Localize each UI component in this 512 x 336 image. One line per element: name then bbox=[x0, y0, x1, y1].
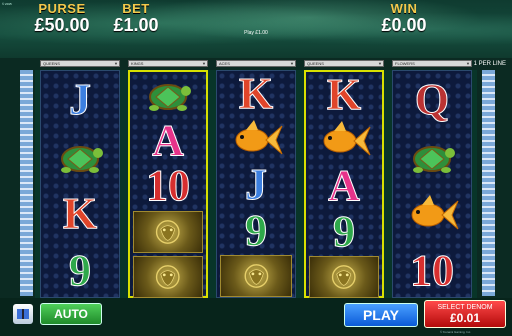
line-selector-4[interactable]: QUEENS ▼ bbox=[304, 60, 384, 67]
play-amount-text: Play £1.00 bbox=[244, 30, 268, 36]
symbol-letter: 9 bbox=[69, 246, 92, 296]
goldfish-icon bbox=[393, 185, 471, 242]
line-selector-bar: QUEENS ▼ KINGS ▼ ACES ▼ QUEENS ▼ FLOWERS ▼ bbox=[40, 60, 480, 67]
symbol-letter: K bbox=[326, 70, 362, 120]
line-selector-1[interactable]: QUEENS ▼ bbox=[40, 60, 120, 67]
book-icon bbox=[17, 309, 29, 319]
info-button[interactable] bbox=[13, 304, 33, 324]
chevron-down-icon: ▼ bbox=[202, 61, 206, 66]
win-label: WIN bbox=[390, 1, 418, 16]
copyright-text: © 2015 bbox=[2, 2, 12, 6]
reel-symbol-K: K bbox=[217, 69, 295, 119]
reel-symbol-10: 10 bbox=[130, 161, 206, 211]
line-selector-3-label: ACES bbox=[219, 61, 230, 66]
reel-symbol-K: K bbox=[306, 70, 382, 120]
goldfish-icon bbox=[217, 117, 295, 163]
reel-symbol-A: A bbox=[130, 115, 206, 165]
symbol-letter: 10 bbox=[146, 161, 191, 211]
line-selector-4-label: QUEENS bbox=[307, 61, 324, 66]
reel-3: KJ9 bbox=[216, 69, 296, 299]
purse-label: PURSE bbox=[38, 1, 86, 16]
reel-4: KA9 bbox=[304, 70, 384, 300]
purse-value: £50.00 bbox=[34, 15, 90, 35]
footer-copyright: © Konami Gaming, Inc. bbox=[440, 330, 472, 334]
bet-label: BET bbox=[122, 1, 150, 16]
turtle-icon bbox=[393, 128, 471, 185]
line-selector-3[interactable]: ACES ▼ bbox=[216, 60, 296, 67]
left-line-indicator bbox=[20, 70, 33, 296]
chevron-down-icon: ▼ bbox=[378, 61, 382, 66]
reel-symbol-J: J bbox=[41, 71, 119, 128]
reel-symbol-9: 9 bbox=[306, 207, 382, 257]
symbol-letter: Q bbox=[414, 75, 450, 125]
reel-5: Q 10 bbox=[392, 70, 472, 298]
symbol-letter: 9 bbox=[333, 207, 356, 257]
symbol-letter: J bbox=[69, 75, 92, 125]
symbol-letter: J bbox=[245, 160, 268, 210]
play-button[interactable]: PLAY bbox=[344, 303, 418, 327]
denom-value: £0.01 bbox=[449, 310, 481, 325]
symbol-letter: K bbox=[238, 69, 274, 119]
reel-symbol-K: K bbox=[41, 185, 119, 242]
bet-value: £1.00 bbox=[113, 15, 159, 35]
line-selector-5-label: FLOWERS bbox=[395, 61, 415, 66]
dragon-medallion-icon bbox=[217, 253, 295, 299]
reel-symbol-Q: Q bbox=[393, 71, 471, 128]
turtle-icon bbox=[130, 72, 206, 118]
line-selector-2[interactable]: KINGS ▼ bbox=[128, 60, 208, 67]
select-denom-button[interactable]: SELECT DENOM £0.01 bbox=[424, 300, 506, 328]
reel-2: A 10 bbox=[128, 70, 208, 300]
reel-symbol-9: 9 bbox=[217, 206, 295, 256]
reel-symbol-9: 9 bbox=[41, 242, 119, 299]
line-selector-5[interactable]: FLOWERS ▼ bbox=[392, 60, 472, 67]
reel-symbol-A: A bbox=[306, 161, 382, 211]
purse-display: PURSE £50.00 bbox=[22, 2, 102, 34]
lines-per-line-label: 1 PER LINE bbox=[473, 61, 506, 67]
bet-display: BET £1.00 bbox=[96, 2, 176, 34]
win-value: £0.00 bbox=[381, 15, 427, 35]
reel-symbol-J: J bbox=[217, 160, 295, 210]
chevron-down-icon: ▼ bbox=[290, 61, 294, 66]
chevron-down-icon: ▼ bbox=[466, 61, 470, 66]
right-line-indicator bbox=[482, 70, 495, 296]
dragon-medallion-icon bbox=[306, 254, 382, 300]
symbol-letter: A bbox=[328, 161, 361, 211]
symbol-letter: K bbox=[62, 189, 98, 239]
top-banner: © 2015 PURSE £50.00 BET £1.00 WIN £0.00 … bbox=[0, 0, 512, 58]
chevron-down-icon: ▼ bbox=[114, 61, 118, 66]
reel-symbol-10: 10 bbox=[393, 242, 471, 299]
symbol-letter: A bbox=[152, 115, 185, 165]
line-selector-1-label: QUEENS bbox=[43, 61, 60, 66]
reel-1: J K 9 bbox=[40, 70, 120, 298]
auto-button[interactable]: AUTO bbox=[40, 303, 102, 325]
turtle-icon bbox=[41, 128, 119, 185]
dragon-medallion-icon bbox=[130, 209, 206, 255]
win-display: WIN £0.00 bbox=[364, 2, 444, 34]
goldfish-icon bbox=[306, 118, 382, 164]
dragon-medallion-icon bbox=[130, 254, 206, 300]
symbol-letter: 9 bbox=[245, 206, 268, 256]
line-selector-2-label: KINGS bbox=[131, 61, 144, 66]
symbol-letter: 10 bbox=[410, 246, 455, 296]
